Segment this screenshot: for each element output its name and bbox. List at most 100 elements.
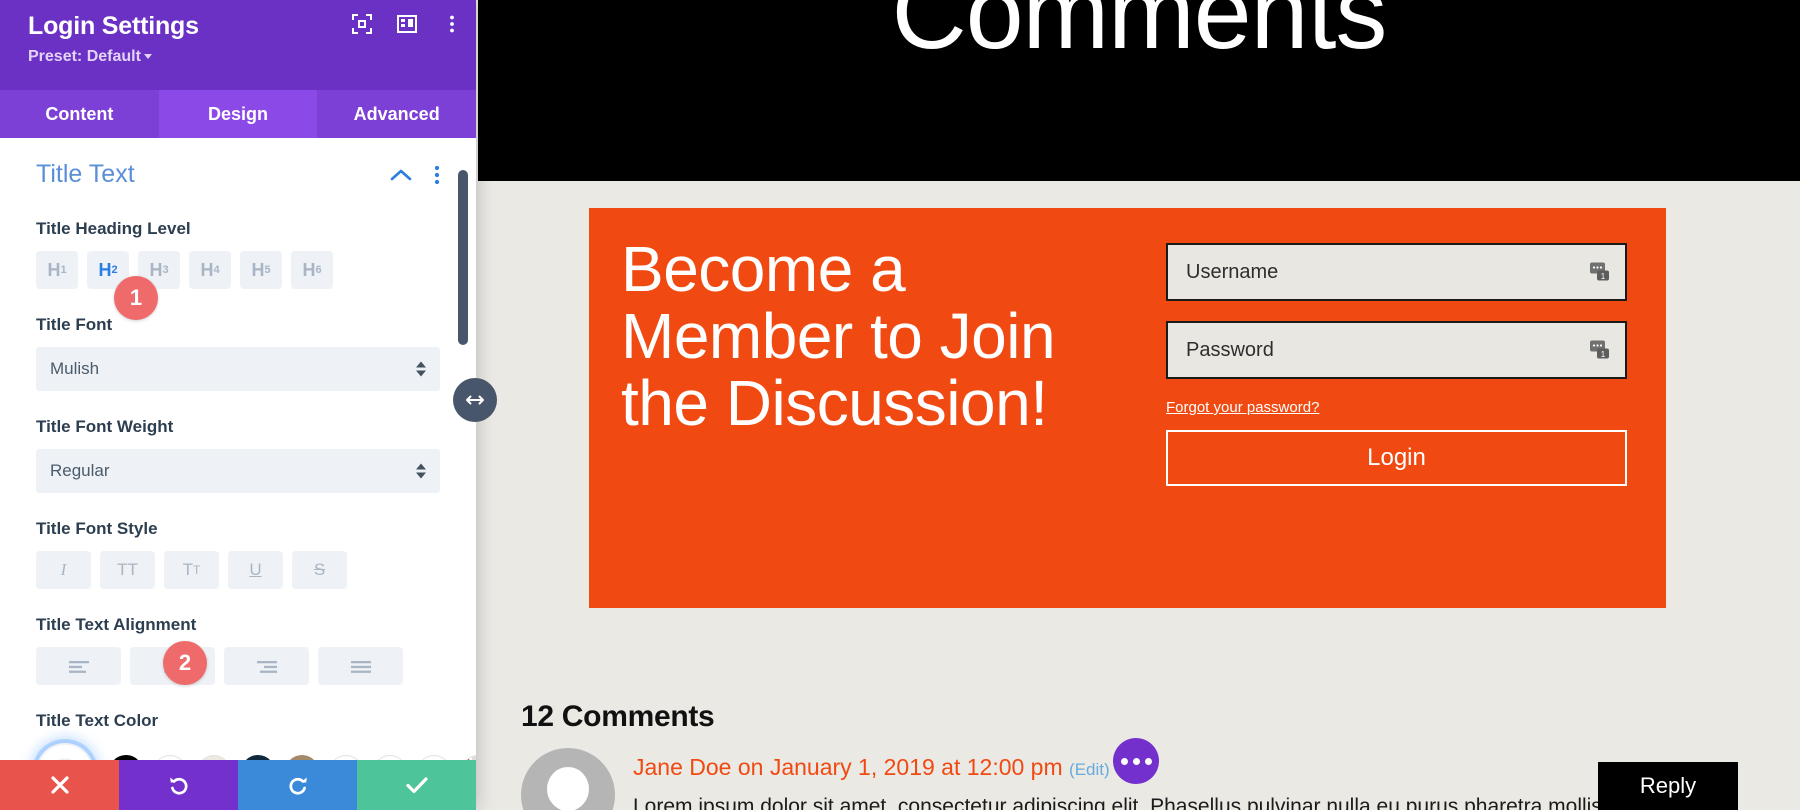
svg-text:1: 1 xyxy=(1601,350,1606,359)
heading-level-buttons: H1 H2 H3 H4 H5 H6 xyxy=(36,251,440,289)
comment-author-date: Jane Doe on January 1, 2019 at 12:00 pm xyxy=(633,754,1063,780)
heading-level-h6[interactable]: H6 xyxy=(291,251,333,289)
login-module-heading: Become a Member to Join the Discussion! xyxy=(621,233,1056,440)
section-header: Title Text xyxy=(36,160,440,189)
scrollbar-thumb[interactable] xyxy=(458,170,468,345)
undo-icon xyxy=(169,777,187,795)
section-title: Title Text xyxy=(36,160,135,188)
select-arrows-icon xyxy=(416,463,426,479)
align-right-button[interactable] xyxy=(224,647,309,685)
redo-button[interactable] xyxy=(238,760,357,810)
kebab-menu-icon[interactable] xyxy=(442,14,462,34)
autofill-icon[interactable]: 1 xyxy=(1590,262,1611,282)
swatch-tan[interactable] xyxy=(285,755,319,760)
app-screen: Comments Become a Member to Join the Dis… xyxy=(0,0,1800,810)
title-font-select[interactable]: Mulish xyxy=(36,347,440,391)
option-title-font-weight: Title Font Weight Regular xyxy=(36,417,440,493)
password-placeholder: Password xyxy=(1186,338,1274,361)
comment-edit-link[interactable]: (Edit) xyxy=(1069,760,1110,779)
title-font-value: Mulish xyxy=(50,359,100,378)
tab-content[interactable]: Content xyxy=(0,90,159,138)
dot xyxy=(1120,757,1128,765)
eyedropper-icon[interactable] xyxy=(36,743,94,760)
smallcaps-button[interactable]: TT xyxy=(164,551,219,589)
align-left-button[interactable] xyxy=(36,647,121,685)
color-swatch-row xyxy=(36,743,476,760)
option-title-text-alignment: Title Text Alignment xyxy=(36,615,440,685)
panel-action-bar xyxy=(0,760,476,810)
panel-header: Login Settings Preset: Default xyxy=(0,0,476,90)
option-label: Title Text Color xyxy=(36,711,159,730)
select-arrows-icon xyxy=(416,361,426,377)
panel-header-icons xyxy=(352,14,462,34)
align-justify-button[interactable] xyxy=(318,647,403,685)
tab-design[interactable]: Design xyxy=(158,90,318,138)
layout-icon[interactable] xyxy=(397,14,417,34)
login-submit-button[interactable]: Login xyxy=(1166,430,1627,486)
chevron-up-icon[interactable] xyxy=(390,168,412,182)
dot xyxy=(1144,757,1152,765)
option-title-font: Title Font Mulish xyxy=(36,315,440,391)
strikethrough-button[interactable]: S xyxy=(292,551,347,589)
cancel-button[interactable] xyxy=(0,760,119,810)
swatch-empty-1[interactable] xyxy=(329,755,363,760)
arrow-up xyxy=(416,361,426,368)
comments-count: 12 Comments xyxy=(521,700,715,733)
chevron-down-icon xyxy=(143,54,152,60)
uppercase-button[interactable]: TT xyxy=(100,551,155,589)
option-label: Title Font Weight xyxy=(36,417,174,436)
heading-level-h4[interactable]: H4 xyxy=(189,251,231,289)
password-field[interactable]: Password 1 xyxy=(1166,321,1627,379)
swatch-navy[interactable] xyxy=(241,755,275,760)
resize-horizontal-icon xyxy=(466,395,484,405)
section-options-icon[interactable] xyxy=(434,165,440,185)
underline-button[interactable]: U xyxy=(228,551,283,589)
title-font-weight-value: Regular xyxy=(50,461,110,480)
login-module-left: Become a Member to Join the Discussion! xyxy=(589,208,1149,438)
forgot-password-link[interactable]: Forgot your password? xyxy=(1166,399,1319,416)
panel-resize-handle[interactable] xyxy=(453,378,497,422)
align-left-icon xyxy=(68,661,89,673)
heading-level-h5[interactable]: H5 xyxy=(240,251,282,289)
tab-advanced[interactable]: Advanced xyxy=(317,90,476,138)
option-label: Title Heading Level xyxy=(36,219,191,238)
panel-scrollbar[interactable] xyxy=(458,138,468,760)
step-bubble-2: 2 xyxy=(163,641,207,685)
arrow-up xyxy=(416,463,426,470)
swatch-empty-2[interactable] xyxy=(373,755,407,760)
title-font-weight-select[interactable]: Regular xyxy=(36,449,440,493)
option-title-text-color: Title Text Color xyxy=(36,711,476,760)
hero-banner: Comments xyxy=(478,0,1800,181)
option-label: Title Font xyxy=(36,315,113,334)
close-icon xyxy=(50,776,69,794)
panel-scroll-area: Title Text Title Heading Level H 1 H 2 H… xyxy=(0,138,476,760)
swatch-black[interactable] xyxy=(109,755,143,760)
checkmark-icon xyxy=(405,777,428,794)
autofill-icon[interactable]: 1 xyxy=(1590,340,1611,360)
heading-level-h1[interactable]: H1 xyxy=(36,251,78,289)
username-placeholder: Username xyxy=(1186,260,1279,283)
reply-button[interactable]: Reply xyxy=(1598,762,1738,810)
option-label: Title Font Style xyxy=(36,519,158,538)
arrow-down xyxy=(416,370,426,377)
focus-icon[interactable] xyxy=(352,14,372,34)
avatar xyxy=(521,748,615,810)
eyedropper-glyph xyxy=(58,758,72,760)
italic-button[interactable]: I xyxy=(36,551,91,589)
save-button[interactable] xyxy=(357,760,476,810)
panel-tabs: Content Design Advanced xyxy=(0,90,476,138)
swatch-white[interactable] xyxy=(153,755,187,760)
login-module: Become a Member to Join the Discussion! … xyxy=(589,208,1666,608)
more-options-icon[interactable] xyxy=(1113,738,1159,784)
swatch-empty-3[interactable] xyxy=(417,755,451,760)
swatch-cream[interactable] xyxy=(197,755,231,760)
text-alignment-buttons xyxy=(36,647,440,685)
font-style-buttons: I TT TT U S xyxy=(36,551,440,589)
step-bubble-1: 1 xyxy=(114,276,158,320)
username-field[interactable]: Username 1 xyxy=(1166,243,1627,301)
undo-button[interactable] xyxy=(119,760,238,810)
align-justify-icon xyxy=(350,661,371,673)
dot xyxy=(1132,757,1140,765)
panel-preset[interactable]: Preset: Default xyxy=(28,48,458,66)
svg-text:1: 1 xyxy=(1601,272,1606,281)
